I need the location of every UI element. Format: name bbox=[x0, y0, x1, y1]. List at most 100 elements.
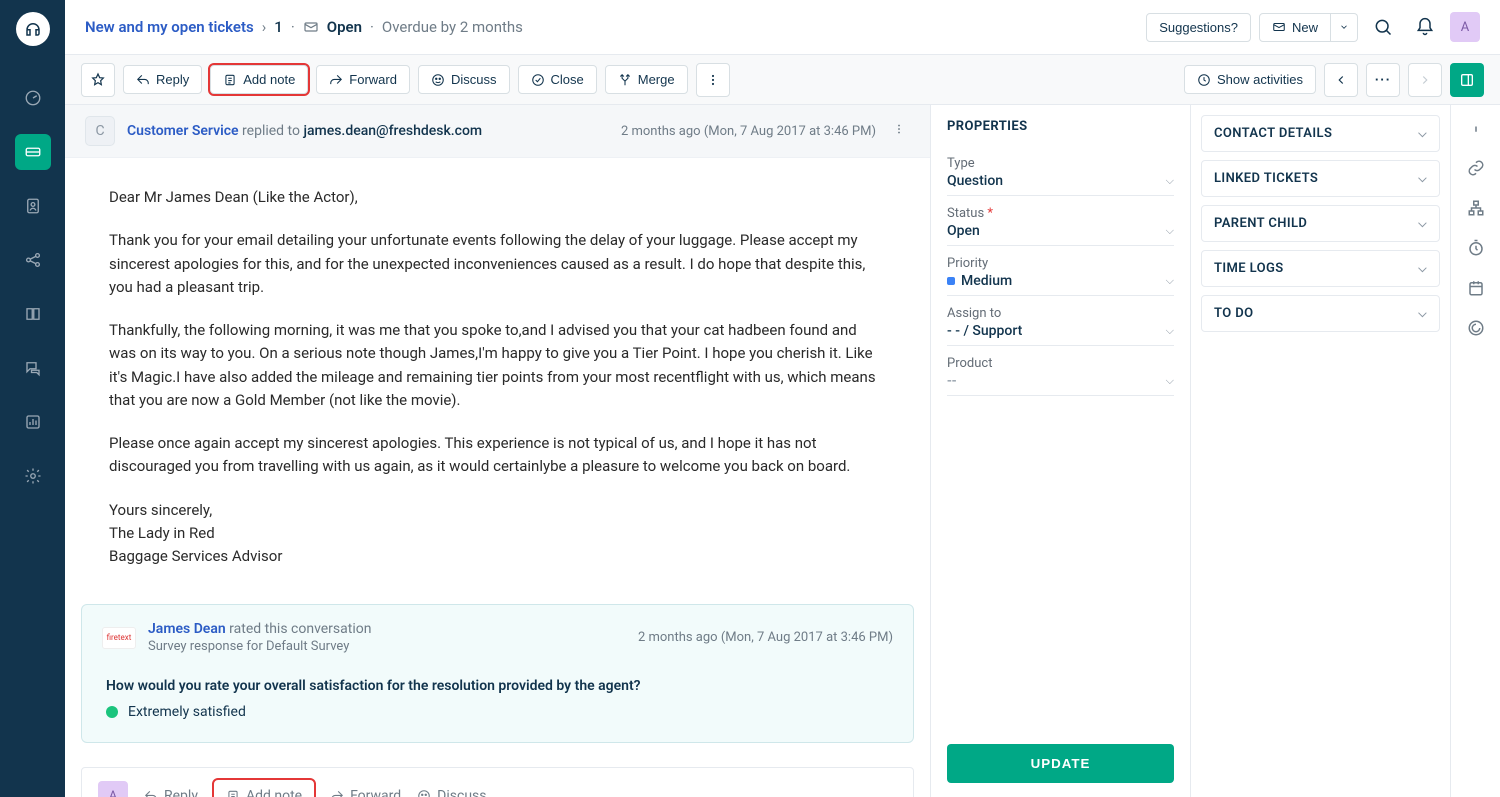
message-body: Dear Mr James Dean (Like the Actor), Tha… bbox=[65, 158, 930, 604]
chevron-down-icon: ⌵ bbox=[1418, 307, 1427, 321]
survey-answer: Extremely satisfied bbox=[128, 704, 246, 720]
nav-forums[interactable] bbox=[15, 350, 51, 386]
expand-icon bbox=[1459, 72, 1475, 88]
suggestions-button[interactable]: Suggestions? bbox=[1146, 13, 1251, 42]
profile-avatar[interactable]: A bbox=[1450, 12, 1480, 42]
bottom-reply[interactable]: Reply bbox=[144, 788, 198, 797]
chevron-left-icon bbox=[1334, 73, 1348, 87]
show-activities-button[interactable]: Show activities bbox=[1184, 65, 1316, 94]
replied-to-text: replied to bbox=[242, 123, 300, 139]
more-actions-button[interactable] bbox=[696, 63, 730, 97]
bottom-discuss[interactable]: Discuss bbox=[417, 788, 486, 797]
conversation-pane: C Customer Service replied to james.dean… bbox=[65, 105, 930, 797]
nav-social[interactable] bbox=[15, 242, 51, 278]
forward-button[interactable]: Forward bbox=[316, 65, 410, 94]
chevron-down-icon: ⌵ bbox=[1418, 127, 1427, 141]
properties-title: PROPERTIES bbox=[947, 119, 1174, 134]
expand-button[interactable] bbox=[1450, 63, 1484, 97]
chevron-right-icon bbox=[1418, 73, 1432, 87]
ticket-nav-more-button[interactable]: ··· bbox=[1366, 63, 1400, 97]
nav-solutions[interactable] bbox=[15, 296, 51, 332]
sender-avatar: C bbox=[85, 116, 115, 146]
link-icon[interactable] bbox=[1466, 159, 1486, 177]
priority-dot-icon bbox=[947, 277, 955, 285]
linked-tickets-panel[interactable]: LINKED TICKETS⌵ bbox=[1201, 160, 1440, 197]
dot-sep2: · bbox=[370, 18, 374, 36]
msg-p1: Dear Mr James Dean (Like the Actor), bbox=[109, 186, 886, 209]
properties-panel: PROPERTIES Type Question⌵ Status * Open⌵… bbox=[930, 105, 1190, 797]
bottom-add-note[interactable]: Add note bbox=[214, 780, 314, 797]
priority-label: Priority bbox=[947, 256, 1174, 271]
topbar: New and my open tickets › 1 · Open · Ove… bbox=[65, 0, 1500, 55]
todo-panel[interactable]: TO DO⌵ bbox=[1201, 295, 1440, 332]
swirl-icon[interactable] bbox=[1466, 319, 1486, 337]
msg-p2: Thank you for your email detailing your … bbox=[109, 229, 886, 299]
chevron-down-icon: ⌵ bbox=[1418, 172, 1427, 186]
chevron-right-icon: › bbox=[262, 18, 267, 36]
nav-contacts[interactable] bbox=[15, 188, 51, 224]
new-dropdown-button[interactable] bbox=[1331, 13, 1358, 42]
nav-reports[interactable] bbox=[15, 404, 51, 440]
nav-tickets[interactable] bbox=[15, 134, 51, 170]
app-logo[interactable] bbox=[16, 12, 50, 46]
survey-question: How would you rate your overall satisfac… bbox=[102, 678, 893, 694]
parent-child-panel[interactable]: PARENT CHILD⌵ bbox=[1201, 205, 1440, 242]
time-logs-panel[interactable]: TIME LOGS⌵ bbox=[1201, 250, 1440, 287]
next-ticket-button[interactable] bbox=[1408, 63, 1442, 97]
sender-name[interactable]: Customer Service bbox=[127, 123, 239, 139]
message-header: C Customer Service replied to james.dean… bbox=[65, 105, 930, 158]
app-rail bbox=[1450, 105, 1500, 797]
msg-sig3: Baggage Services Advisor bbox=[109, 545, 886, 568]
notifications-button[interactable] bbox=[1408, 10, 1442, 44]
nav-admin[interactable] bbox=[15, 458, 51, 494]
info-icon[interactable] bbox=[1466, 119, 1486, 137]
add-note-button[interactable]: Add note bbox=[210, 65, 308, 94]
msg-p3: Thankfully, the following morning, it wa… bbox=[109, 319, 886, 412]
forward-icon bbox=[329, 73, 343, 87]
type-select[interactable]: Question⌵ bbox=[947, 173, 1174, 196]
survey-subtitle: Survey response for Default Survey bbox=[148, 639, 626, 654]
survey-card: firetext James Dean rated this conversat… bbox=[81, 604, 914, 743]
discuss-button[interactable]: Discuss bbox=[418, 65, 510, 94]
search-icon bbox=[1373, 17, 1393, 37]
clock-icon bbox=[1197, 73, 1211, 87]
priority-select[interactable]: Medium⌵ bbox=[947, 273, 1174, 296]
forward-icon bbox=[330, 789, 344, 797]
search-button[interactable] bbox=[1366, 10, 1400, 44]
nav-dashboard[interactable] bbox=[15, 80, 51, 116]
chevron-down-icon bbox=[1339, 22, 1349, 32]
survey-timestamp: 2 months ago (Mon, 7 Aug 2017 at 3:46 PM… bbox=[638, 630, 893, 645]
bottom-action-bar: A Reply Add note Forward bbox=[81, 767, 914, 797]
timer-icon[interactable] bbox=[1466, 239, 1486, 257]
message-more-button[interactable] bbox=[888, 118, 910, 144]
status-select[interactable]: Open⌵ bbox=[947, 223, 1174, 246]
update-button[interactable]: UPDATE bbox=[947, 744, 1174, 783]
survey-rated-text: rated this conversation bbox=[229, 621, 371, 637]
assign-select[interactable]: - - / Support⌵ bbox=[947, 323, 1174, 346]
calendar-icon[interactable] bbox=[1466, 279, 1486, 297]
star-icon bbox=[90, 72, 106, 88]
prev-ticket-button[interactable] bbox=[1324, 63, 1358, 97]
close-check-icon bbox=[531, 73, 545, 87]
star-button[interactable] bbox=[81, 63, 115, 97]
chevron-down-icon: ⌵ bbox=[1166, 174, 1174, 188]
bottom-forward[interactable]: Forward bbox=[330, 788, 401, 797]
breadcrumb-link[interactable]: New and my open tickets bbox=[85, 18, 254, 36]
contact-details-panel[interactable]: CONTACT DETAILS⌵ bbox=[1201, 115, 1440, 152]
reply-button[interactable]: Reply bbox=[123, 65, 202, 94]
hierarchy-icon[interactable] bbox=[1466, 199, 1486, 217]
recipient-email: james.dean@freshdesk.com bbox=[303, 123, 482, 139]
msg-sig2: The Lady in Red bbox=[109, 522, 886, 545]
status-label-top: Open bbox=[327, 18, 362, 36]
primary-nav bbox=[0, 0, 65, 797]
merge-button[interactable]: Merge bbox=[605, 65, 688, 94]
close-button[interactable]: Close bbox=[518, 65, 597, 94]
new-button[interactable]: New bbox=[1259, 13, 1331, 42]
chevron-down-icon: ⌵ bbox=[1166, 224, 1174, 238]
status-label: Status * bbox=[947, 206, 1174, 221]
chevron-down-icon: ⌵ bbox=[1418, 262, 1427, 276]
msg-p4: Please once again accept my sincerest ap… bbox=[109, 432, 886, 479]
ticket-number: 1 bbox=[274, 18, 283, 36]
product-select[interactable]: --⌵ bbox=[947, 373, 1174, 396]
survey-rater-name[interactable]: James Dean bbox=[148, 621, 226, 637]
